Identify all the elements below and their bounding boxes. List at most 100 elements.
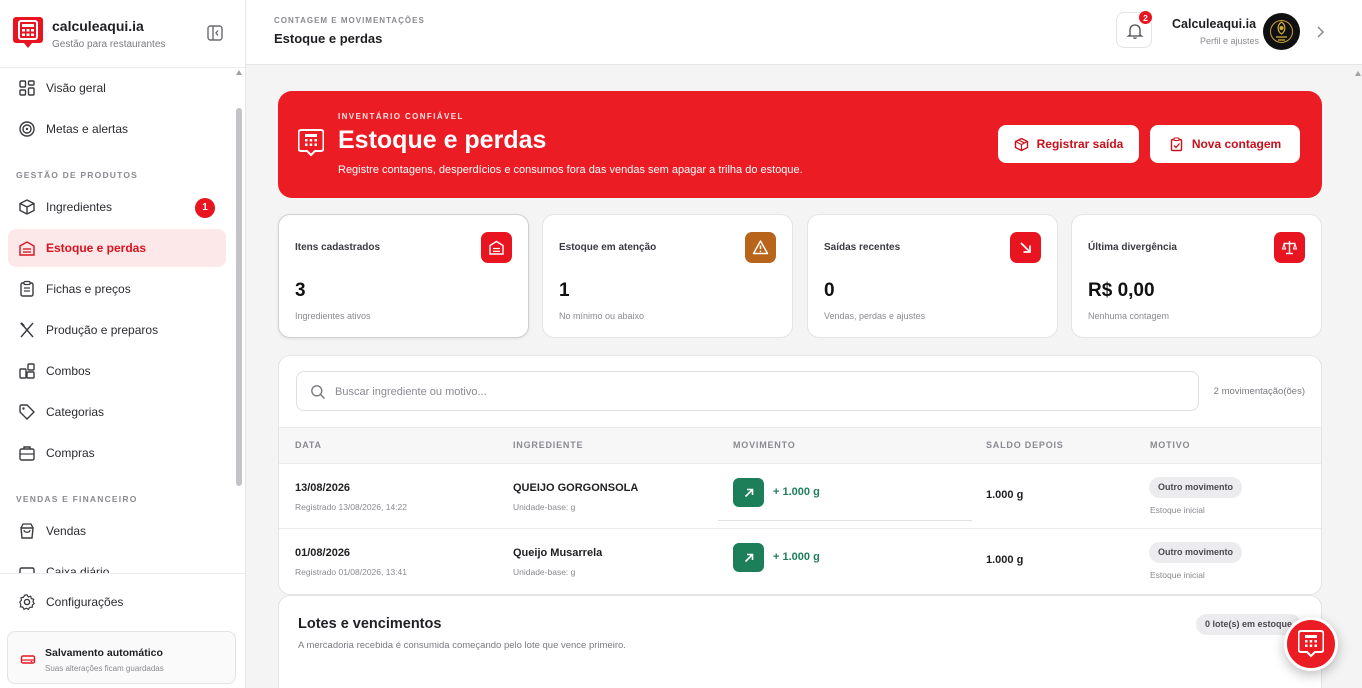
sidebar-item-categorias[interactable]: Categorias [8, 393, 226, 431]
table-row[interactable]: 01/08/2026 Registrado 01/08/2026, 13:41 … [279, 529, 1321, 594]
nova-contagem-button[interactable]: Nova contagem [1150, 125, 1300, 163]
autosave-title: Salvamento automático [45, 647, 163, 659]
autosave-card: Salvamento automático Suas alterações fi… [7, 631, 236, 684]
cash-icon [19, 567, 35, 573]
sidebar-item-caixa[interactable]: Caixa diário [8, 553, 226, 573]
registrar-saida-label: Registrar saída [1036, 137, 1124, 151]
settings-label: Configurações [46, 595, 124, 609]
ingredientes-badge: 1 [195, 198, 215, 218]
scroll-up-arrow-icon[interactable] [236, 70, 242, 75]
autosave-subtitle: Suas alterações ficam guardadas [45, 664, 164, 673]
notifications-badge: 2 [1138, 10, 1153, 25]
sidebar-footer: Configurações Salvamento automático Suas… [0, 573, 245, 688]
package-icon [1014, 137, 1028, 151]
calculator-logo-icon [13, 17, 43, 48]
clipboard-check-icon [1170, 136, 1183, 151]
sidebar-item-label: Ingredientes [46, 200, 113, 214]
row-date: 13/08/2026 [295, 482, 351, 494]
page-title: Estoque e perdas [274, 31, 383, 46]
sidebar-item-label: Produção e preparos [46, 323, 159, 337]
sidebar-item-vendas[interactable]: Vendas [8, 512, 226, 550]
grid-icon [19, 80, 35, 96]
row-ingredient: Queijo Musarrela [513, 547, 603, 559]
hero-subtitle: Registre contagens, desperdícios e consu… [338, 164, 803, 176]
scale-icon [1274, 232, 1305, 263]
table-header: DATA INGREDIENTE MOVIMENTO SALDO DEPOIS … [279, 427, 1321, 464]
stat-label: Última divergência [1088, 242, 1177, 253]
stat-sub: Vendas, perdas e ajustes [824, 311, 926, 321]
arrow-down-right-icon [1010, 232, 1041, 263]
bell-icon [1126, 24, 1144, 39]
stat-value: 0 [824, 280, 835, 301]
calculator-fab-button[interactable] [1284, 617, 1338, 671]
col-ingrediente: INGREDIENTE [513, 440, 584, 450]
row-reason-sub: Estoque inicial [1150, 570, 1205, 580]
row-registered: Registrado 01/08/2026, 13:41 [295, 567, 408, 577]
arrow-up-right-icon [733, 478, 764, 507]
sidebar-item-fichas[interactable]: Fichas e preços [8, 270, 226, 308]
sidebar-item-compras[interactable]: Compras [8, 434, 226, 472]
sidebar-item-label: Combos [46, 364, 91, 378]
sidebar-item-label: Estoque e perdas [46, 241, 147, 255]
search-input[interactable] [335, 382, 1175, 402]
brand-subtitle: Gestão para restaurantes [52, 39, 166, 50]
calculator-icon [298, 129, 324, 157]
sidebar-nav: Visão geral Metas e alertas GESTÃO DE PR… [0, 69, 234, 573]
col-movimento: MOVIMENTO [733, 440, 796, 450]
sidebar-item-visao-geral[interactable]: Visão geral [8, 69, 226, 107]
bag-icon [20, 523, 34, 539]
target-icon [19, 121, 35, 137]
avatar[interactable] [1263, 13, 1300, 50]
sidebar-item-producao[interactable]: Produção e preparos [8, 311, 226, 349]
scroll-up-arrow-icon[interactable] [1355, 71, 1361, 76]
sidebar-item-ingredientes[interactable]: Ingredientes 1 [8, 188, 226, 226]
row-unit: Unidade-base: g [513, 567, 576, 577]
row-unit: Unidade-base: g [513, 502, 576, 512]
gear-icon [19, 594, 36, 611]
sidebar-item-configuracoes[interactable]: Configurações [8, 583, 226, 621]
row-reason-badge: Outro movimento [1149, 477, 1243, 498]
sidebar-scroll-thumb[interactable] [236, 108, 242, 486]
stat-sub: No mínimo ou abaixo [559, 311, 645, 321]
sidebar-item-label: Fichas e preços [46, 282, 131, 296]
lotes-card: Lotes e vencimentos A mercadoria recebid… [278, 595, 1322, 688]
brand-name: calculeaqui.ia [52, 18, 144, 34]
user-name[interactable]: Calculeaqui.ia [1172, 17, 1256, 31]
lotes-badge: 0 lote(s) em estoque [1196, 614, 1302, 635]
warehouse-icon [481, 232, 512, 263]
row-movement: + 1.000 g [773, 551, 820, 563]
row-reason-sub: Estoque inicial [1150, 505, 1205, 515]
registrar-saida-button[interactable]: Registrar saída [998, 125, 1139, 163]
briefcase-icon [19, 446, 35, 461]
row-reason-badge: Outro movimento [1149, 542, 1243, 563]
stat-label: Itens cadastrados [295, 242, 381, 253]
lotes-subtitle: A mercadoria recebida é consumida começa… [298, 640, 626, 651]
row-balance: 1.000 g [986, 554, 1024, 566]
stat-value: 1 [559, 280, 570, 301]
chevron-right-icon[interactable] [1312, 24, 1328, 40]
movements-card: 2 movimentação(ões) DATA INGREDIENTE MOV… [278, 355, 1322, 595]
row-movement: + 1.000 g [773, 486, 820, 498]
user-subtitle[interactable]: Perfil e ajustes [1200, 36, 1259, 46]
sidebar: calculeaqui.ia Gestão para restaurantes … [0, 0, 246, 688]
stat-sub: Nenhuma contagem [1088, 311, 1170, 321]
main-scrollbar[interactable] [1352, 66, 1362, 688]
row-ingredient: QUEIJO GORGONSOLA [513, 482, 639, 494]
utensils-icon [20, 322, 34, 338]
avatar-emblem-icon [1270, 20, 1293, 43]
sidebar-item-combos[interactable]: Combos [8, 352, 226, 390]
lotes-title: Lotes e vencimentos [298, 616, 442, 632]
warehouse-icon [19, 241, 35, 256]
brand: calculeaqui.ia Gestão para restaurantes [0, 0, 245, 68]
hero-eyebrow: INVENTÁRIO CONFIÁVEL [338, 112, 464, 121]
collapse-sidebar-icon[interactable] [206, 24, 224, 42]
row-divider [718, 520, 972, 521]
stat-value: 3 [295, 280, 306, 301]
sidebar-item-estoque[interactable]: Estoque e perdas [8, 229, 226, 267]
section-produtos: GESTÃO DE PRODUTOS [16, 170, 139, 180]
box-icon [19, 199, 35, 215]
col-data: DATA [295, 440, 322, 450]
sidebar-item-metas[interactable]: Metas e alertas [8, 110, 226, 148]
search-box[interactable] [296, 371, 1199, 411]
stat-itens-cadastrados: Itens cadastrados 3 Ingredientes ativos [278, 214, 529, 338]
